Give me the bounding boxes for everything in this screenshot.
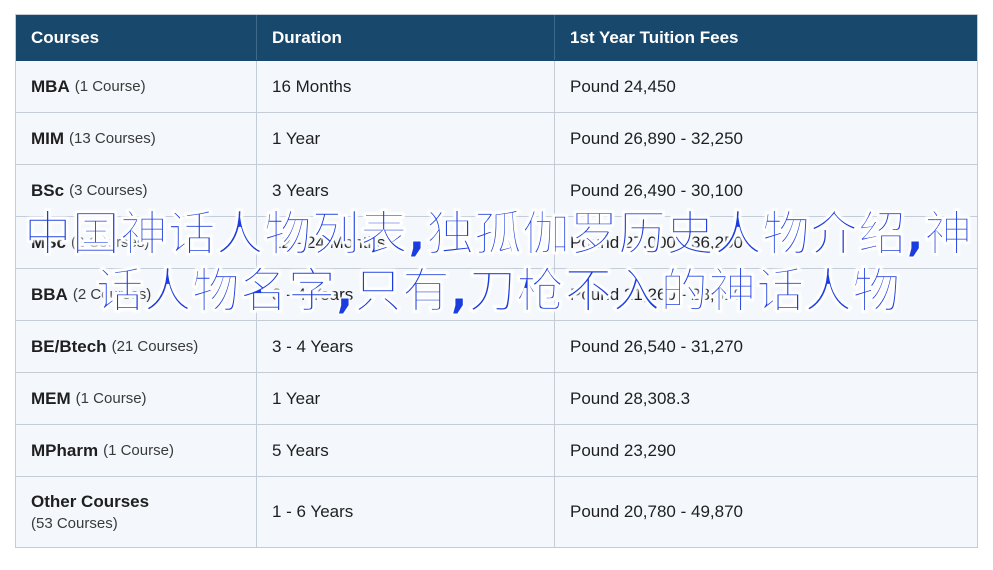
course-count: (21 Courses) xyxy=(111,338,199,355)
course-name[interactable]: MPharm xyxy=(31,441,98,461)
course-count: (53 Courses) xyxy=(31,515,118,532)
course-cell: MPharm (1 Course) xyxy=(16,425,257,476)
duration-cell: 16 Months xyxy=(257,61,555,112)
course-name[interactable]: MBA xyxy=(31,77,70,97)
duration-cell: 5 Years xyxy=(257,425,555,476)
course-name[interactable]: Other Courses xyxy=(31,492,149,512)
fees-cell: Pound 26,890 - 32,250 xyxy=(570,128,743,148)
duration-cell: 1 Year xyxy=(257,373,555,424)
duration-cell: 1 Year xyxy=(257,113,555,164)
table-row: MIM (13 Courses) 1 Year Pound 26,890 - 3… xyxy=(16,113,977,165)
overlay-title-text: 中国神话人物列表,独孤伽罗历史人物介绍,神话人物名字,只有,刀枪不入的神话人物 xyxy=(23,206,973,320)
table-row: MEM (1 Course) 1 Year Pound 28,308.3 xyxy=(16,373,977,425)
course-name[interactable]: BSc xyxy=(31,181,64,201)
duration-cell: 1 - 6 Years xyxy=(257,477,555,547)
course-count: (1 Course) xyxy=(74,78,146,95)
course-cell: Other Courses (53 Courses) xyxy=(16,477,257,547)
duration-cell: 3 - 4 Years xyxy=(257,321,555,372)
course-cell: MIM (13 Courses) xyxy=(16,113,257,164)
fees-cell: Pound 26,540 - 31,270 xyxy=(570,336,743,356)
header-courses: Courses xyxy=(16,15,257,60)
header-duration: Duration xyxy=(257,15,555,60)
course-count: (1 Course) xyxy=(75,390,147,407)
header-fees: 1st Year Tuition Fees xyxy=(570,27,739,47)
course-count: (3 Courses) xyxy=(69,182,148,199)
table-row: MPharm (1 Course) 5 Years Pound 23,290 xyxy=(16,425,977,477)
table-row: MBA (1 Course) 16 Months Pound 24,450 xyxy=(16,61,977,113)
fees-cell: Pound 28,308.3 xyxy=(570,388,691,408)
course-cell: BE/Btech (21 Courses) xyxy=(16,321,257,372)
course-cell: MEM (1 Course) xyxy=(16,373,257,424)
course-cell: MBA (1 Course) xyxy=(16,61,257,112)
course-count: (13 Courses) xyxy=(69,130,156,147)
table-header-row: Courses Duration 1st Year Tuition Fees xyxy=(16,15,977,61)
course-name[interactable]: BE/Btech xyxy=(31,337,107,357)
course-name[interactable]: MIM xyxy=(31,129,64,149)
fees-cell: Pound 23,290 xyxy=(570,440,676,460)
course-count: (1 Course) xyxy=(103,442,174,459)
fees-cell: Pound 20,780 - 49,870 xyxy=(570,502,743,521)
fees-cell: Pound 24,450 xyxy=(570,76,676,96)
course-name[interactable]: MEM xyxy=(31,389,71,409)
table-row: BE/Btech (21 Courses) 3 - 4 Years Pound … xyxy=(16,321,977,373)
table-row: Other Courses (53 Courses) 1 - 6 Years P… xyxy=(16,477,977,547)
